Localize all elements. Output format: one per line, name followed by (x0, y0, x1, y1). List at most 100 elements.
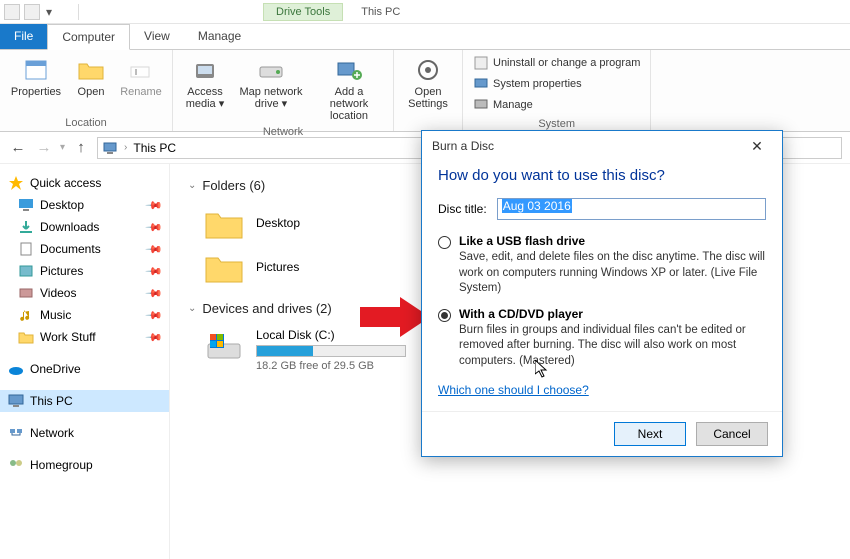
sidebar-onedrive[interactable]: OneDrive (0, 358, 169, 380)
contextual-tab-drive-tools[interactable]: Drive Tools (263, 3, 343, 21)
sidebar-label: Documents (40, 242, 101, 256)
uninstall-icon (473, 55, 489, 71)
burn-disc-dialog: Burn a Disc ✕ How do you want to use thi… (421, 130, 783, 457)
manage-button[interactable]: Manage (471, 96, 642, 114)
sidebar-item-workstuff[interactable]: Work Stuff 📌 (0, 326, 169, 348)
chevron-down-icon: ⌄ (188, 303, 196, 314)
quick-access-toolbar: ▾ (4, 4, 70, 20)
access-media-button[interactable]: Access media ▾ (181, 54, 229, 124)
pin-icon: 📌 (145, 284, 164, 303)
back-button[interactable]: ← (8, 138, 28, 158)
open-settings-button[interactable]: Open Settings (402, 54, 454, 115)
breadcrumb[interactable]: This PC (133, 141, 176, 155)
tab-view[interactable]: View (130, 24, 184, 49)
chevron-down-icon: ⌄ (188, 180, 196, 191)
sidebar-label: Network (30, 426, 74, 440)
sidebar-homegroup[interactable]: Homegroup (0, 454, 169, 476)
ribbon-group-system: Uninstall or change a program System pro… (463, 50, 651, 131)
pin-icon: 📌 (145, 262, 164, 281)
drive-free-text: 18.2 GB free of 29.5 GB (256, 360, 406, 372)
map-network-drive-button[interactable]: Map network drive ▾ (235, 54, 307, 124)
drive-label: Local Disk (C:) (256, 328, 406, 342)
sidebar-network[interactable]: Network (0, 422, 169, 444)
pin-icon: 📌 (145, 196, 164, 215)
sidebar-label: Work Stuff (40, 330, 96, 344)
folder-icon (204, 249, 244, 285)
rename-button[interactable]: Rename (118, 54, 164, 115)
sidebar-item-downloads[interactable]: Downloads📌 (0, 216, 169, 238)
chevron-right-icon: › (124, 142, 127, 153)
folder-label: Desktop (256, 216, 300, 230)
pin-icon: 📌 (145, 306, 164, 325)
next-button[interactable]: Next (614, 422, 686, 446)
close-button[interactable]: ✕ (742, 134, 772, 158)
sidebar-label: OneDrive (30, 362, 81, 376)
uninstall-button[interactable]: Uninstall or change a program (471, 54, 642, 72)
qat-properties-icon[interactable] (24, 4, 40, 20)
qat-dropdown-icon[interactable]: ▾ (44, 5, 54, 19)
ribbon-group-label: System (538, 118, 575, 130)
ribbon-group-label: Location (65, 117, 107, 129)
drive-usage-bar (256, 345, 406, 357)
radio-option-cddvd[interactable]: With a CD/DVD player Burn files in group… (438, 307, 766, 370)
sidebar-item-desktop[interactable]: Desktop📌 (0, 194, 169, 216)
up-button[interactable]: ↑ (71, 138, 91, 158)
radio-label: With a CD/DVD player (459, 307, 766, 321)
pictures-icon (18, 263, 34, 279)
section-title: Folders (6) (202, 178, 265, 193)
videos-icon (18, 285, 34, 301)
desktop-icon (18, 197, 34, 213)
title-location: This PC (349, 4, 412, 20)
network-icon (8, 425, 24, 441)
sidebar-label: Videos (40, 286, 76, 300)
cancel-button[interactable]: Cancel (696, 422, 768, 446)
open-button[interactable]: Open (70, 54, 112, 115)
media-icon (189, 56, 221, 84)
pin-icon: 📌 (145, 218, 164, 237)
radio-icon (438, 236, 451, 249)
manage-icon (473, 97, 489, 113)
homegroup-icon (8, 457, 24, 473)
dialog-titlebar: Burn a Disc ✕ (422, 131, 782, 161)
qat-newfolder-icon[interactable] (58, 4, 70, 20)
system-props-icon (473, 76, 489, 92)
music-icon (18, 307, 34, 323)
radio-icon (438, 309, 451, 322)
history-dropdown-icon[interactable]: ▾ (60, 142, 65, 153)
sidebar-item-documents[interactable]: Documents 📌 (0, 238, 169, 260)
properties-button[interactable]: Properties (8, 54, 64, 115)
open-folder-icon (75, 56, 107, 84)
sidebar-item-pictures[interactable]: Pictures📌 (0, 260, 169, 282)
section-title: Devices and drives (2) (202, 301, 331, 316)
radio-option-usb[interactable]: Like a USB flash drive Save, edit, and d… (438, 234, 766, 297)
tab-file[interactable]: File (0, 24, 47, 49)
disc-title-value: Aug 03 2016 (502, 199, 572, 213)
sidebar-quick-access[interactable]: Quick access (0, 172, 169, 194)
ribbon-group-location: Properties Open Rename Location (0, 50, 173, 131)
system-properties-button[interactable]: System properties (471, 75, 642, 93)
sidebar-item-music[interactable]: Music📌 (0, 304, 169, 326)
sidebar-item-videos[interactable]: Videos 📌 (0, 282, 169, 304)
thispc-icon (102, 140, 118, 156)
title-bar: ▾ Drive Tools This PC (0, 0, 850, 24)
pin-icon: 📌 (145, 240, 164, 259)
tab-manage[interactable]: Manage (184, 24, 255, 49)
disc-title-input[interactable]: Aug 03 2016 (497, 198, 766, 220)
forward-button[interactable]: → (34, 138, 54, 158)
dialog-title-text: Burn a Disc (432, 139, 494, 153)
help-link[interactable]: Which one should I choose? (438, 383, 589, 397)
pin-icon: 📌 (145, 328, 164, 347)
add-network-location-button[interactable]: Add a network location (313, 54, 385, 124)
gear-icon (412, 56, 444, 84)
radio-description: Save, edit, and delete files on the disc… (459, 250, 766, 297)
ribbon-group-open-settings: Open Settings (394, 50, 463, 131)
ribbon: Properties Open Rename Location Access m… (0, 50, 850, 132)
drive-icon (204, 328, 244, 364)
downloads-icon (18, 219, 34, 235)
sidebar-label: Homegroup (30, 458, 93, 472)
sidebar-thispc[interactable]: This PC (0, 390, 169, 412)
divider (78, 4, 79, 20)
tab-computer[interactable]: Computer (47, 24, 130, 50)
disc-title-label: Disc title: (438, 202, 487, 216)
radio-label: Like a USB flash drive (459, 234, 766, 248)
